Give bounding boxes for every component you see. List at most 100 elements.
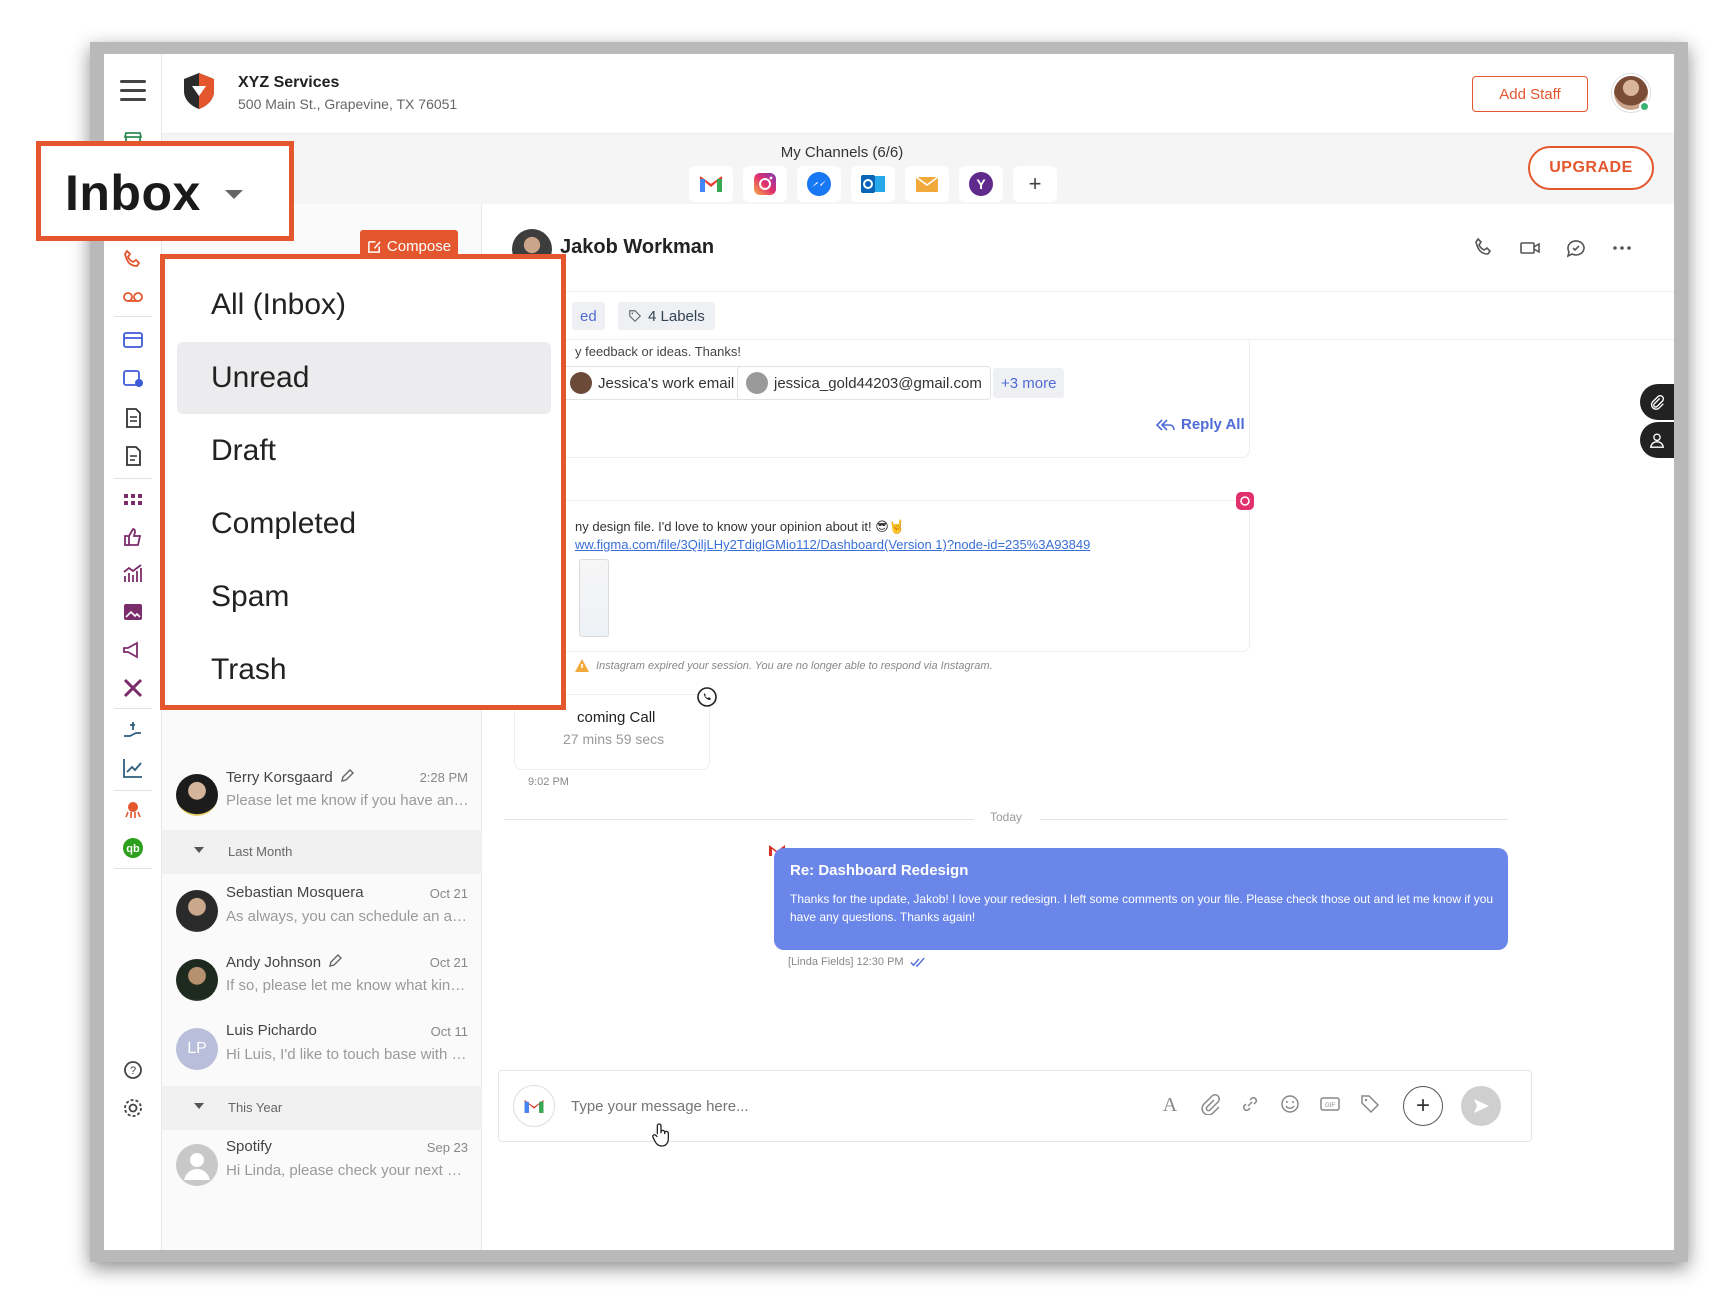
analytics-chart-icon[interactable]	[117, 558, 149, 590]
initials: LP	[187, 1040, 207, 1057]
svg-text:Y: Y	[976, 176, 986, 192]
recipient-chip[interactable]: Jessica's work email	[561, 366, 744, 400]
svg-text:?: ?	[130, 1065, 136, 1077]
person-icon	[746, 372, 768, 394]
tags-row: ed 4 Labels	[482, 292, 1674, 340]
calendar-clock-icon[interactable]	[117, 362, 149, 394]
trending-chart-icon[interactable]	[117, 752, 149, 784]
attachment-icon[interactable]	[1199, 1093, 1221, 1115]
emoji-icon[interactable]	[1279, 1093, 1301, 1115]
conversation-preview: Please let me know if you have any ...	[226, 792, 470, 809]
filter-all-inbox[interactable]: All (Inbox)	[177, 269, 551, 341]
send-button[interactable]	[1461, 1086, 1501, 1126]
conversation-name: Spotify	[226, 1138, 272, 1155]
conversation-name: Terry Korsgaard	[226, 769, 333, 786]
more-recipients-button[interactable]: +3 more	[993, 368, 1065, 398]
instagram-warning: Instagram expired your session. You are …	[574, 658, 993, 674]
reply-all-button[interactable]: Reply All	[1155, 416, 1245, 433]
outgoing-message-bubble: Re: Dashboard Redesign Thanks for the up…	[774, 848, 1508, 950]
status-tag[interactable]: ed	[572, 302, 605, 330]
avatar	[176, 890, 218, 932]
conversation-preview: Hi Luis, I'd like to touch base with y..…	[226, 1046, 470, 1063]
instagram-icon	[1234, 490, 1256, 512]
invoice-icon[interactable]	[117, 402, 149, 434]
recipient-name: Jessica's work email	[598, 374, 735, 392]
compose-icon	[368, 240, 381, 253]
message-subject: Re: Dashboard Redesign	[790, 862, 969, 879]
tag-icon	[629, 310, 642, 323]
payments-card-icon[interactable]	[117, 324, 149, 356]
recipient-email: jessica_gold44203@gmail.com	[774, 374, 982, 392]
instagram-icon[interactable]	[743, 166, 787, 202]
hamburger-menu-icon[interactable]	[120, 80, 146, 101]
phone-icon[interactable]	[117, 244, 149, 276]
user-avatar[interactable]	[1612, 74, 1650, 112]
conversation-name: Luis Pichardo	[226, 1022, 317, 1039]
reviews-thumbs-up-icon[interactable]	[117, 521, 149, 553]
link-icon[interactable]	[1239, 1093, 1261, 1115]
voicemail-icon[interactable]	[117, 281, 149, 313]
gif-icon[interactable]: GIF	[1319, 1093, 1341, 1115]
channels-title: My Channels (6/6)	[780, 144, 904, 161]
filter-unread[interactable]: Unread	[177, 342, 551, 414]
integration-octopus-icon[interactable]	[117, 794, 149, 826]
conversation-name: Sebastian Mosquera	[226, 884, 364, 901]
document-icon[interactable]	[117, 440, 149, 472]
attachments-side-tab[interactable]	[1640, 384, 1674, 420]
call-icon[interactable]	[1472, 236, 1496, 260]
labels-count: 4 Labels	[648, 307, 705, 325]
online-status-dot	[1639, 101, 1650, 112]
payment-hand-icon[interactable]	[117, 714, 149, 746]
gmail-icon[interactable]	[689, 166, 733, 202]
apps-grid-icon[interactable]	[117, 484, 149, 516]
draft-pencil-icon	[329, 954, 343, 967]
upgrade-button[interactable]: UPGRADE	[1528, 146, 1654, 190]
recipient-chip[interactable]: jessica_gold44203@gmail.com	[737, 366, 991, 400]
compose-label: Compose	[386, 237, 452, 255]
call-duration: 27 mins 59 secs	[563, 731, 665, 747]
gallery-icon[interactable]	[117, 596, 149, 628]
video-call-icon[interactable]	[1518, 236, 1542, 260]
figma-link[interactable]: ww.figma.com/file/3QiljLHy2TdiglGMio112/…	[575, 537, 1090, 552]
chat-header: Jakob Workman	[482, 204, 1674, 292]
inbox-folder-selector[interactable]: Inbox	[36, 141, 294, 241]
filter-trash[interactable]: Trash	[177, 634, 551, 706]
conversation-item[interactable]: Andy Johnson Oct 21 If so, please let me…	[162, 949, 482, 1019]
add-button[interactable]: +	[1403, 1086, 1443, 1126]
conversation-item[interactable]: LP Luis Pichardo Oct 11 Hi Luis, I'd lik…	[162, 1018, 482, 1088]
call-title: coming Call	[577, 709, 656, 726]
filter-completed[interactable]: Completed	[177, 488, 551, 560]
megaphone-icon[interactable]	[117, 634, 149, 666]
avatar	[176, 959, 218, 1001]
gmail-channel-selector[interactable]	[513, 1085, 555, 1127]
chat-bubble-icon[interactable]	[1564, 236, 1588, 260]
quickbooks-icon[interactable]: qb	[117, 832, 149, 864]
section-last-month[interactable]: Last Month	[162, 830, 482, 874]
conversation-item[interactable]: Terry Korsgaard 2:28 PM Please let me kn…	[162, 764, 482, 834]
filter-spam[interactable]: Spam	[177, 561, 551, 633]
warning-text: Instagram expired your session. You are …	[596, 660, 993, 672]
section-this-year[interactable]: This Year	[162, 1086, 482, 1130]
text-format-icon[interactable]: A	[1159, 1093, 1181, 1115]
help-chat-icon[interactable]: ?	[117, 1054, 149, 1086]
message-input[interactable]	[571, 1093, 971, 1119]
add-channel-button[interactable]: +	[1013, 166, 1057, 202]
gmail-icon	[524, 1100, 544, 1113]
conversation-item[interactable]: Sebastian Mosquera Oct 21 As always, you…	[162, 880, 482, 950]
conversation-item[interactable]: Spotify Sep 23 Hi Linda, please check yo…	[162, 1134, 482, 1204]
settings-gear-icon[interactable]	[117, 1092, 149, 1124]
yahoo-icon[interactable]: Y	[959, 166, 1003, 202]
avatar	[176, 774, 218, 816]
contact-side-tab[interactable]	[1640, 422, 1674, 458]
messenger-icon[interactable]	[797, 166, 841, 202]
tools-icon[interactable]	[117, 672, 149, 704]
attachment-thumbnail[interactable]	[579, 559, 609, 637]
add-staff-button[interactable]: Add Staff	[1472, 76, 1588, 112]
outlook-icon[interactable]	[851, 166, 895, 202]
filter-draft[interactable]: Draft	[177, 415, 551, 487]
email-icon[interactable]	[905, 166, 949, 202]
tag-icon[interactable]	[1359, 1093, 1381, 1115]
labels-button[interactable]: 4 Labels	[618, 302, 715, 330]
conversation-time: Oct 11	[430, 1024, 468, 1039]
more-options-icon[interactable]	[1610, 236, 1634, 260]
